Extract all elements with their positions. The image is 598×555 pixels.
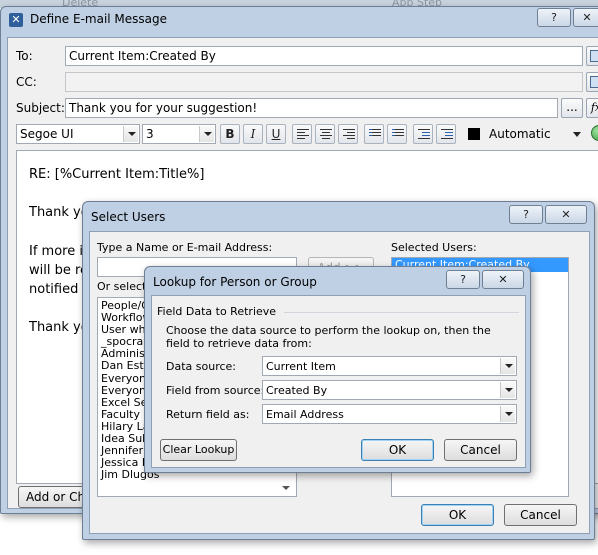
- return-field-select[interactable]: Email Address: [262, 404, 517, 424]
- lookup-close-button[interactable]: ✕: [482, 270, 524, 289]
- field-from-source-value: Created By: [266, 384, 328, 397]
- email-window-title: Define E-mail Message: [30, 12, 168, 26]
- lookup-cancel-button[interactable]: Cancel: [444, 439, 517, 461]
- clear-lookup-button[interactable]: Clear Lookup: [160, 439, 237, 461]
- font-color-value: Automatic: [489, 127, 551, 141]
- font-color-swatch[interactable]: [468, 128, 480, 140]
- italic-button[interactable]: I: [243, 124, 263, 144]
- body-line: notified: [29, 282, 79, 297]
- body-line: Thank yo: [29, 320, 89, 335]
- address-book-icon: [590, 50, 598, 62]
- numbered-list-icon: [369, 129, 381, 141]
- font-size-select[interactable]: 3: [142, 124, 216, 144]
- chevron-down-icon: [500, 406, 515, 422]
- email-close-button[interactable]: ✕: [573, 8, 598, 27]
- email-titlebar: ✕ Define E-mail Message ? ✕: [1, 7, 598, 33]
- data-source-value: Current Item: [266, 360, 336, 373]
- lookup-description: Choose the data source to perform the lo…: [166, 324, 491, 350]
- lookup-dialog: Lookup for Person or Group ? ✕ Field Dat…: [144, 266, 531, 473]
- chevron-down-icon: [123, 126, 138, 142]
- selected-users-label: Selected Users:: [391, 241, 477, 254]
- lookup-titlebar: Lookup for Person or Group ? ✕: [145, 267, 530, 293]
- subject-browse-button[interactable]: ...: [561, 98, 583, 118]
- underline-button[interactable]: U: [266, 124, 286, 144]
- field-from-source-select[interactable]: Created By: [262, 380, 517, 400]
- body-line: RE: [%Current Item:Title%]: [29, 167, 205, 182]
- chevron-down-icon: [500, 382, 515, 398]
- cc-field[interactable]: [65, 72, 583, 92]
- return-field-value: Email Address: [266, 408, 344, 421]
- subject-formula-button[interactable]: fx: [586, 98, 598, 118]
- increase-indent-button[interactable]: [436, 124, 456, 144]
- align-right-button[interactable]: [338, 124, 358, 144]
- return-field-label: Return field as:: [166, 408, 250, 421]
- field-from-source-label: Field from source:: [166, 384, 265, 397]
- data-source-select[interactable]: Current Item: [262, 356, 517, 376]
- lookup-help-button[interactable]: ?: [446, 270, 480, 289]
- body-line: If more i: [29, 244, 83, 259]
- body-line: Thank yo: [29, 205, 89, 220]
- font-size-value: 3: [146, 127, 154, 141]
- bullet-list-button[interactable]: [387, 124, 407, 144]
- align-left-icon: [297, 129, 309, 141]
- numbered-list-button[interactable]: [364, 124, 384, 144]
- email-help-button[interactable]: ?: [537, 8, 571, 27]
- align-left-button[interactable]: [292, 124, 312, 144]
- decrease-indent-icon: [418, 129, 430, 141]
- globe-icon[interactable]: [591, 125, 598, 141]
- section-title: Field Data to Retrieve: [157, 305, 277, 318]
- lookup-ok-button[interactable]: OK: [361, 439, 434, 461]
- chevron-down-icon: [500, 358, 515, 374]
- to-label: To:: [16, 49, 33, 63]
- align-center-button[interactable]: [315, 124, 335, 144]
- cc-label: CC:: [16, 75, 37, 89]
- chevron-down-icon: [199, 126, 214, 142]
- select-users-help-button[interactable]: ?: [509, 205, 543, 224]
- select-users-cancel-button[interactable]: Cancel: [504, 504, 577, 526]
- type-name-label: Type a Name or E-mail Address:: [97, 241, 273, 254]
- subject-field[interactable]: Thank you for your suggestion!: [65, 98, 558, 118]
- chevron-down-icon[interactable]: [282, 486, 290, 490]
- select-users-ok-button[interactable]: OK: [421, 504, 494, 526]
- bold-button[interactable]: B: [220, 124, 240, 144]
- select-users-close-button[interactable]: ✕: [545, 205, 587, 224]
- align-center-icon: [320, 129, 332, 141]
- to-field[interactable]: Current Item:Created By: [65, 46, 583, 66]
- color-dropdown-icon[interactable]: [573, 132, 581, 137]
- align-right-icon: [343, 129, 355, 141]
- font-name-select[interactable]: Segoe UI: [16, 124, 140, 144]
- subject-label: Subject:: [16, 101, 65, 115]
- decrease-indent-button[interactable]: [413, 124, 433, 144]
- format-toolbar: Segoe UI 3 B I U Automatic: [16, 124, 598, 146]
- select-users-titlebar: Select Users ? ✕: [83, 202, 594, 228]
- cc-address-book-button[interactable]: [586, 72, 598, 92]
- select-users-title: Select Users: [91, 210, 166, 224]
- lookup-title: Lookup for Person or Group: [153, 275, 317, 289]
- increase-indent-icon: [441, 129, 453, 141]
- section-divider: [284, 312, 519, 313]
- data-source-label: Data source:: [166, 360, 236, 373]
- body-line: will be re: [29, 263, 89, 278]
- bullet-list-icon: [392, 129, 404, 141]
- app-icon: ✕: [9, 13, 23, 27]
- lookup-client-area: Field Data to Retrieve Choose the data s…: [151, 295, 526, 468]
- or-select-label: Or select: [97, 280, 147, 293]
- to-address-book-button[interactable]: [586, 46, 598, 66]
- address-book-icon: [590, 76, 598, 88]
- font-name-value: Segoe UI: [20, 127, 74, 141]
